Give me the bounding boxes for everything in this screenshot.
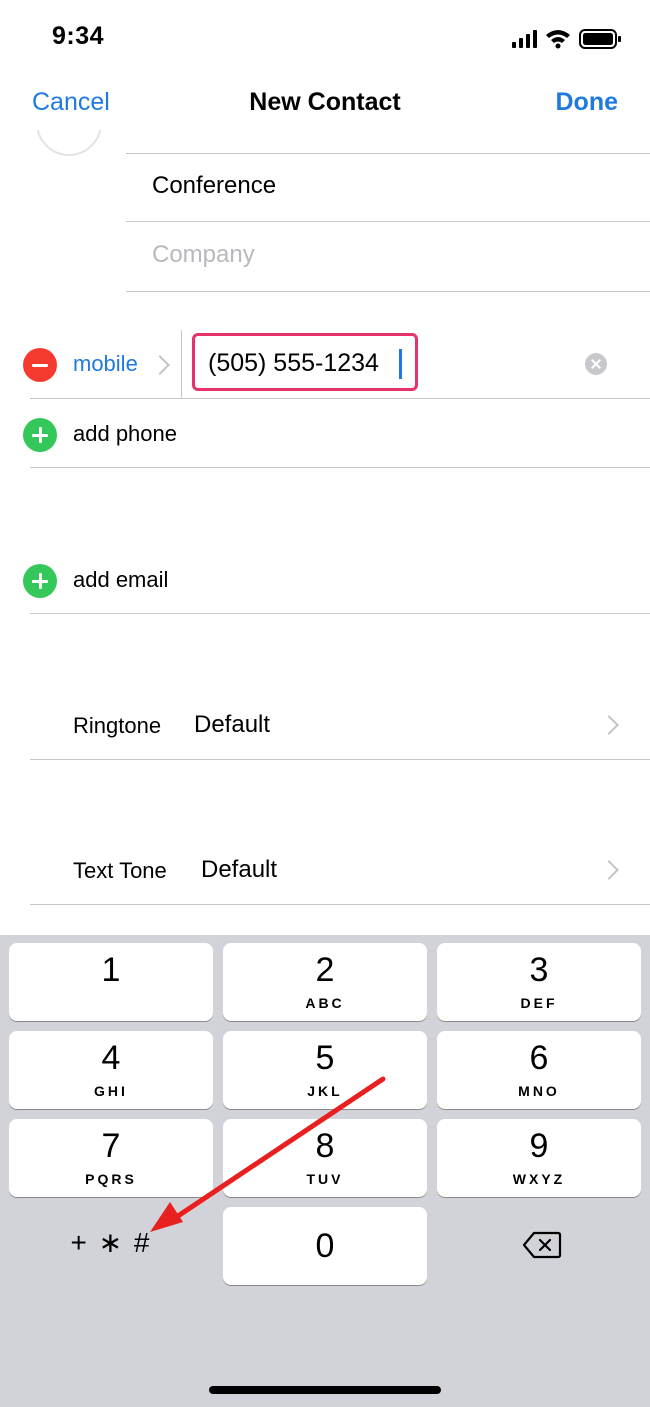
annotation-arrow — [150, 1076, 386, 1232]
home-indicator — [209, 1386, 441, 1394]
